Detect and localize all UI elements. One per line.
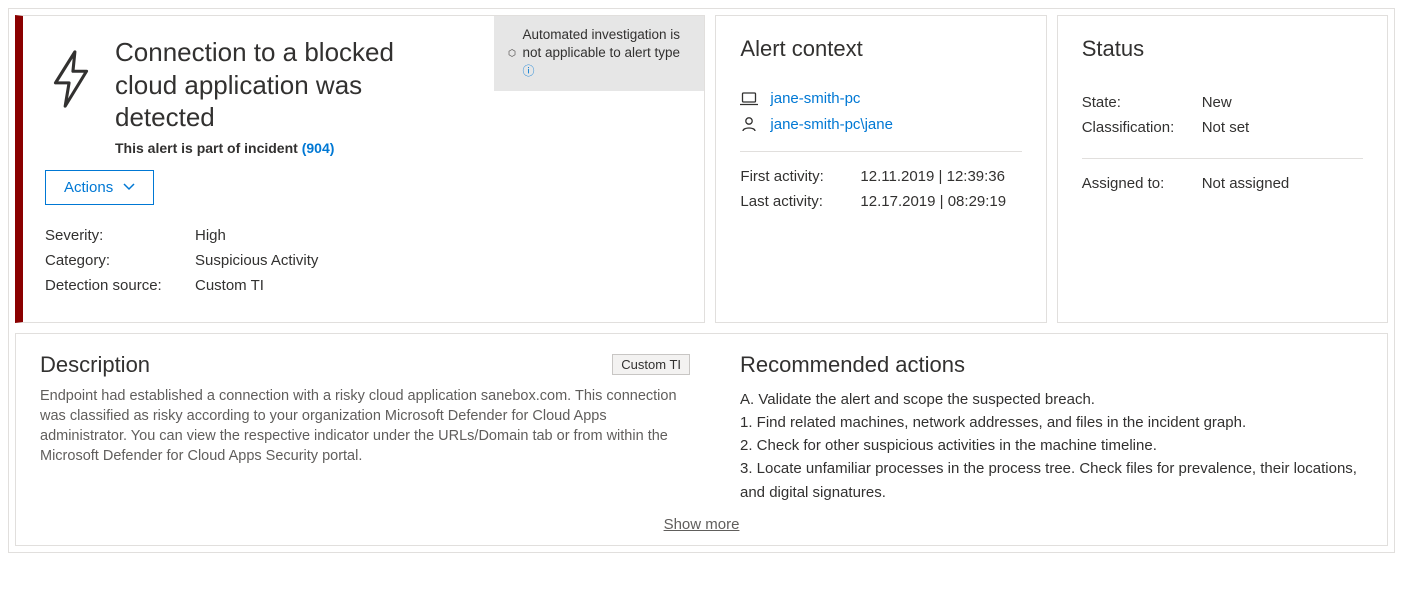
alert-detail-page: Connection to a blocked cloud applicatio… bbox=[8, 8, 1395, 553]
category-label: Category: bbox=[45, 252, 195, 269]
show-more-link[interactable]: Show more bbox=[40, 504, 1363, 535]
recommended-title: Recommended actions bbox=[740, 352, 1363, 378]
category-row: Category: Suspicious Activity bbox=[45, 248, 680, 273]
details-panel: Description Custom TI Endpoint had estab… bbox=[15, 333, 1388, 546]
status-panel: Status State: New Classification: Not se… bbox=[1057, 15, 1388, 323]
severity-row: Severity: High bbox=[45, 223, 680, 248]
assigned-value: Not assigned bbox=[1202, 175, 1290, 192]
state-row: State: New bbox=[1082, 90, 1363, 115]
last-activity-label: Last activity: bbox=[740, 193, 860, 210]
first-activity-value: 12.11.2019 | 12:39:36 bbox=[860, 168, 1005, 185]
first-activity-row: First activity: 12.11.2019 | 12:39:36 bbox=[740, 164, 1021, 189]
chevron-down-icon bbox=[123, 183, 135, 191]
context-user-link[interactable]: jane-smith-pc\jane bbox=[770, 116, 893, 133]
context-user-row: jane-smith-pc\jane bbox=[740, 115, 1021, 133]
rec-line-1: 1. Find related machines, network addres… bbox=[740, 411, 1363, 434]
rec-line-2: 2. Check for other suspicious activities… bbox=[740, 434, 1363, 457]
classification-value: Not set bbox=[1202, 119, 1250, 136]
rec-line-a: A. Validate the alert and scope the susp… bbox=[740, 388, 1363, 411]
incident-link[interactable]: (904) bbox=[302, 140, 335, 156]
rec-line-3: 3. Locate unfamiliar processes in the pr… bbox=[740, 457, 1363, 504]
alert-summary-panel: Connection to a blocked cloud applicatio… bbox=[15, 15, 705, 323]
alert-properties: Severity: High Category: Suspicious Acti… bbox=[45, 223, 680, 298]
last-activity-row: Last activity: 12.17.2019 | 08:29:19 bbox=[740, 189, 1021, 214]
incident-line: This alert is part of incident (904) bbox=[115, 140, 680, 156]
investigation-message: Automated investigation is not applicabl… bbox=[522, 27, 680, 60]
severity-label: Severity: bbox=[45, 227, 195, 244]
investigation-icon bbox=[508, 45, 516, 61]
alert-title: Connection to a blocked cloud applicatio… bbox=[115, 36, 455, 134]
description-header: Description Custom TI bbox=[40, 352, 690, 378]
category-value: Suspicious Activity bbox=[195, 252, 318, 269]
lightning-icon bbox=[47, 48, 95, 113]
description-body: Endpoint had established a connection wi… bbox=[40, 386, 690, 467]
detection-row: Detection source: Custom TI bbox=[45, 273, 680, 298]
actions-label: Actions bbox=[64, 179, 113, 196]
investigation-status-box: Automated investigation is not applicabl… bbox=[494, 16, 704, 91]
description-tag: Custom TI bbox=[612, 354, 690, 375]
status-divider bbox=[1082, 158, 1363, 159]
status-title: Status bbox=[1082, 36, 1363, 62]
detection-value: Custom TI bbox=[195, 277, 264, 294]
classification-row: Classification: Not set bbox=[1082, 115, 1363, 140]
info-icon[interactable]: ⓘ bbox=[522, 63, 534, 79]
severity-value: High bbox=[195, 227, 226, 244]
recommended-body: A. Validate the alert and scope the susp… bbox=[740, 388, 1363, 504]
recommended-column: Recommended actions A. Validate the aler… bbox=[740, 352, 1363, 504]
person-icon bbox=[740, 115, 758, 133]
context-device-row: jane-smith-pc bbox=[740, 90, 1021, 107]
state-label: State: bbox=[1082, 94, 1202, 111]
context-device-link[interactable]: jane-smith-pc bbox=[770, 90, 860, 107]
assigned-label: Assigned to: bbox=[1082, 175, 1202, 192]
alert-context-title: Alert context bbox=[740, 36, 1021, 62]
last-activity-value: 12.17.2019 | 08:29:19 bbox=[860, 193, 1006, 210]
details-columns: Description Custom TI Endpoint had estab… bbox=[40, 352, 1363, 504]
context-divider bbox=[740, 151, 1021, 152]
first-activity-label: First activity: bbox=[740, 168, 860, 185]
assigned-row: Assigned to: Not assigned bbox=[1082, 171, 1363, 196]
classification-label: Classification: bbox=[1082, 119, 1202, 136]
actions-button[interactable]: Actions bbox=[45, 170, 154, 205]
top-cards-row: Connection to a blocked cloud applicatio… bbox=[15, 15, 1388, 323]
description-column: Description Custom TI Endpoint had estab… bbox=[40, 352, 690, 504]
state-value: New bbox=[1202, 94, 1232, 111]
incident-prefix: This alert is part of incident bbox=[115, 140, 298, 156]
alert-context-panel: Alert context jane-smith-pc jane-smith-p… bbox=[715, 15, 1046, 323]
detection-label: Detection source: bbox=[45, 277, 195, 294]
description-title: Description bbox=[40, 352, 150, 378]
laptop-icon bbox=[740, 92, 758, 106]
